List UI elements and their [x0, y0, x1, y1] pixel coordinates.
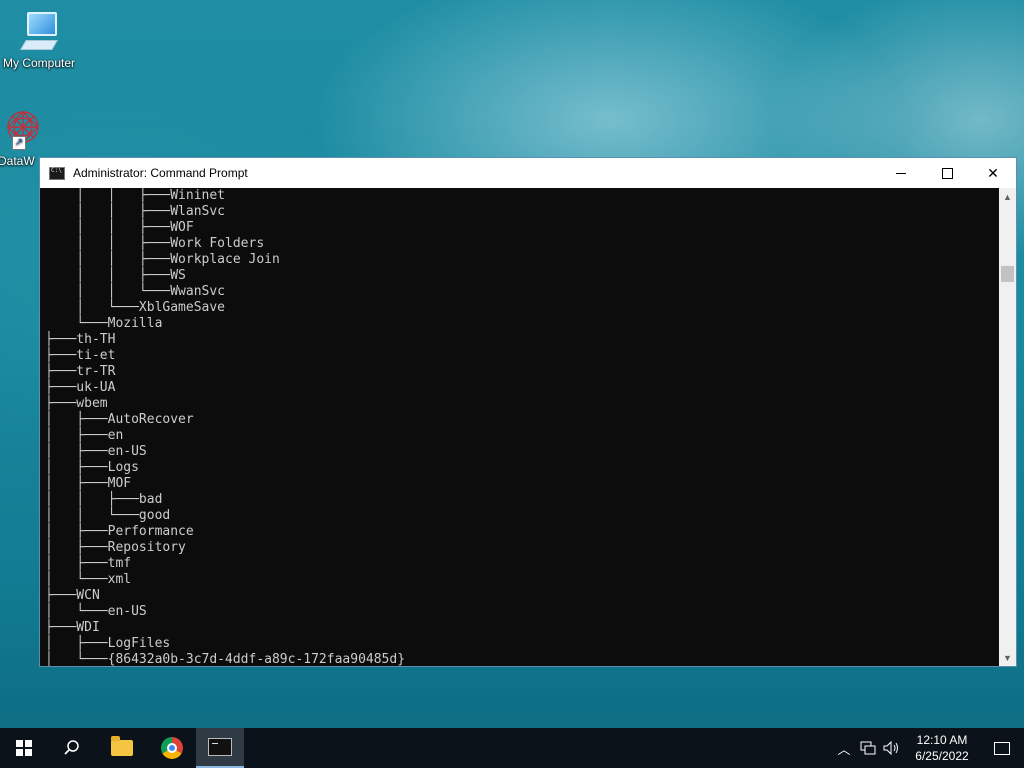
clock-date: 6/25/2022	[915, 749, 969, 763]
command-prompt-icon	[208, 738, 232, 756]
console-output[interactable]: │ │ ├───Wininet │ │ ├───WlanSvc │ │ ├───…	[40, 188, 1000, 666]
desktop-icon-dataw[interactable]: ↗ DataW	[0, 106, 44, 168]
taskbar: ︿ 12:10 AM 6/25/2022	[0, 728, 1024, 768]
maximize-button[interactable]	[924, 158, 970, 188]
notification-icon	[994, 741, 1010, 755]
command-prompt-window[interactable]: Administrator: Command Prompt ✕ │ │ ├───…	[39, 157, 1017, 667]
maximize-icon	[941, 167, 953, 179]
volume-button[interactable]	[880, 728, 904, 768]
start-button[interactable]	[0, 728, 48, 768]
windows-logo-icon	[16, 740, 32, 756]
system-tray: ︿ 12:10 AM 6/25/2022	[832, 728, 1024, 768]
chevron-down-icon: ▼	[1003, 652, 1012, 663]
desktop-icon-label: My Computer	[2, 56, 76, 70]
folder-icon	[111, 736, 133, 756]
shortcut-arrow-icon: ↗	[12, 136, 26, 150]
network-button[interactable]	[856, 728, 880, 768]
chevron-up-icon: ︿	[837, 741, 851, 757]
scroll-thumb[interactable]	[1001, 266, 1014, 282]
chrome-icon	[161, 737, 183, 759]
title-bar[interactable]: Administrator: Command Prompt ✕	[40, 158, 1016, 188]
clock[interactable]: 12:10 AM 6/25/2022	[904, 732, 980, 764]
desktop-icon-label: DataW	[0, 154, 35, 168]
desktop-icon-my-computer[interactable]: My Computer	[0, 8, 78, 70]
console-text: │ │ ├───Wininet │ │ ├───WlanSvc │ │ ├───…	[45, 188, 406, 666]
chevron-up-icon: ▲	[1003, 191, 1012, 202]
search-button[interactable]	[48, 728, 96, 768]
command-prompt-icon	[49, 166, 65, 180]
computer-icon	[19, 8, 59, 54]
scroll-down-button[interactable]: ▼	[999, 649, 1016, 666]
scroll-up-button[interactable]: ▲	[999, 188, 1016, 205]
minimize-button[interactable]	[878, 158, 924, 188]
clock-time: 12:10 AM	[916, 733, 968, 747]
taskbar-command-prompt[interactable]	[196, 728, 244, 768]
vertical-scrollbar[interactable]: ▲ ▼	[999, 188, 1016, 666]
taskbar-file-explorer[interactable]	[98, 728, 146, 768]
window-title: Administrator: Command Prompt	[73, 166, 248, 180]
taskbar-chrome[interactable]	[148, 728, 196, 768]
close-button[interactable]: ✕	[970, 158, 1016, 188]
minimize-icon	[896, 172, 906, 174]
network-icon	[860, 741, 876, 755]
dataw-app-icon: ↗	[2, 106, 48, 152]
speaker-icon	[883, 741, 898, 755]
close-icon: ✕	[987, 164, 999, 181]
show-hidden-icons-button[interactable]: ︿	[832, 728, 856, 768]
search-icon	[64, 740, 79, 755]
action-center-button[interactable]	[980, 728, 1024, 768]
